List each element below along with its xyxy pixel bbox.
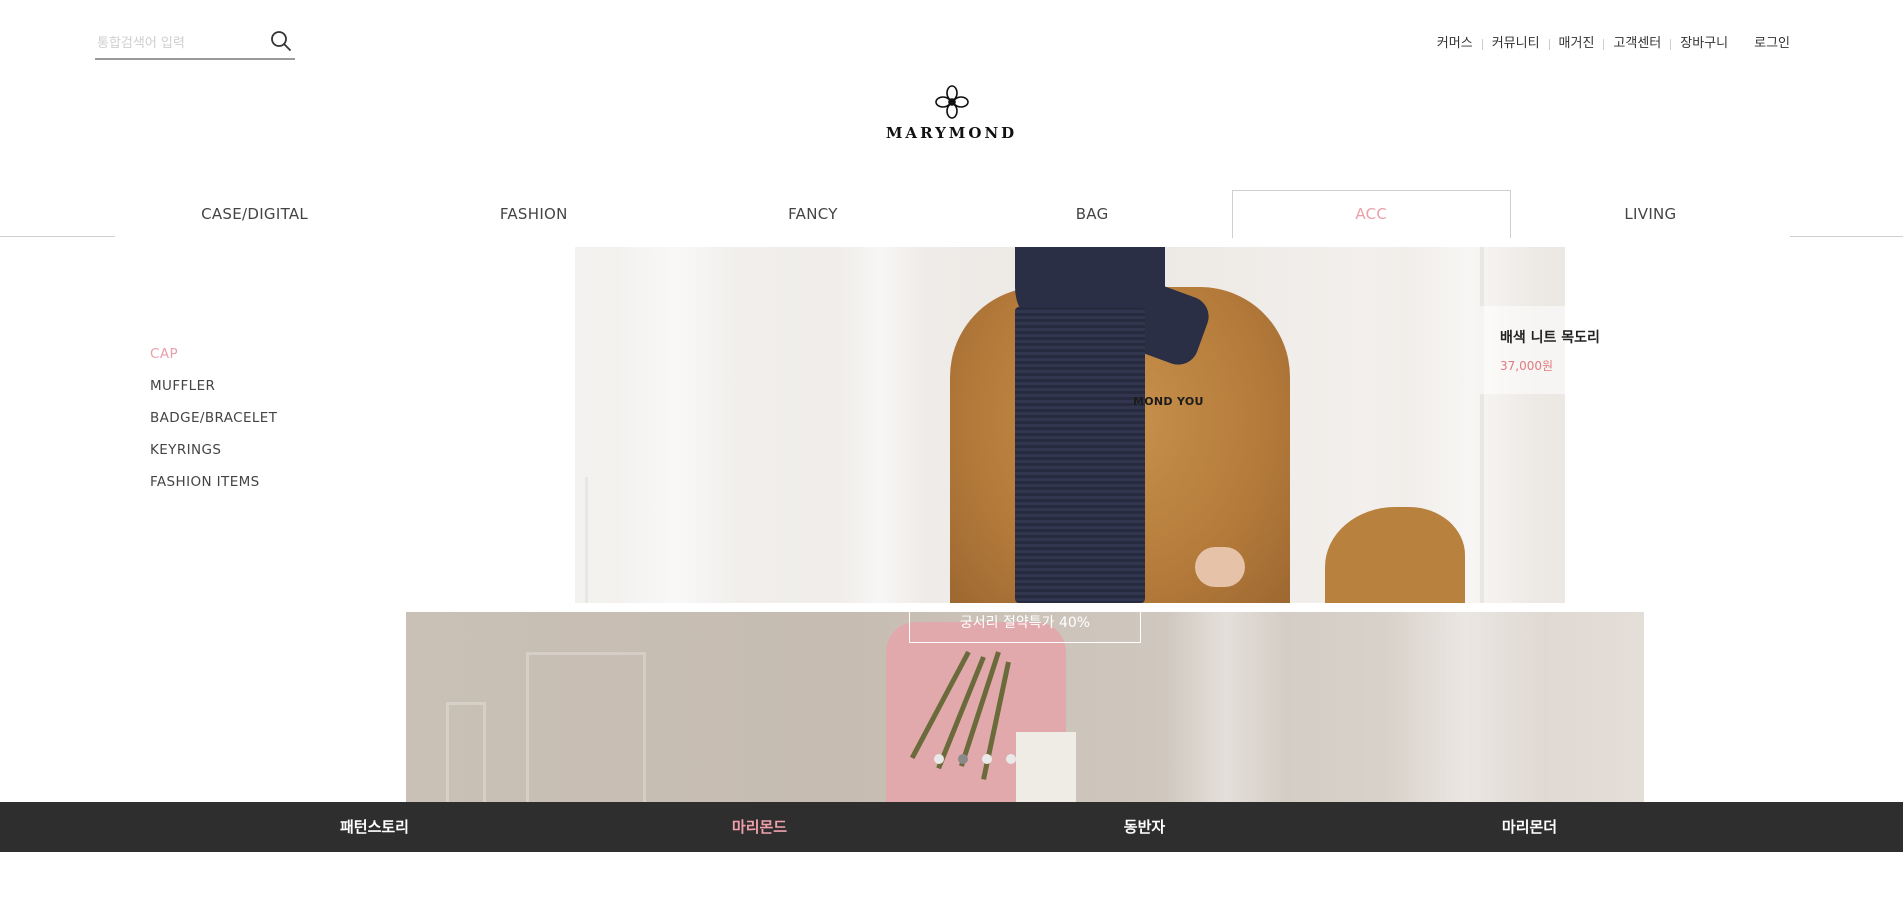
logo-wordmark: MARYMOND bbox=[885, 124, 1018, 142]
util-link-customer-center[interactable]: 고객센터 bbox=[1604, 36, 1670, 52]
hero-banner[interactable]: MOND YOU bbox=[575, 247, 1565, 603]
product-name[interactable]: 배색 니트 목도리 bbox=[1500, 327, 1600, 347]
carousel-dot[interactable] bbox=[958, 754, 968, 764]
side-item-muffler[interactable]: MUFFLER bbox=[150, 370, 277, 402]
nav-acc[interactable]: ACC bbox=[1231, 190, 1511, 238]
carousel-dots bbox=[934, 754, 1030, 764]
side-item-fashion-items[interactable]: FASHION ITEMS bbox=[150, 466, 277, 498]
util-link-commerce[interactable]: 커머스 bbox=[1428, 36, 1482, 52]
util-link-magazine[interactable]: 매거진 bbox=[1550, 36, 1604, 52]
carousel-dot[interactable] bbox=[1006, 754, 1016, 764]
footer-item-marymond[interactable]: 마리몬드 bbox=[567, 802, 952, 852]
footer-item-marymonder[interactable]: 마리몬더 bbox=[1337, 802, 1722, 852]
side-item-keyrings[interactable]: KEYRINGS bbox=[150, 434, 277, 466]
nav-bag[interactable]: BAG bbox=[952, 190, 1232, 238]
category-side-menu: CAP MUFFLER BADGE/BRACELET KEYRINGS FASH… bbox=[150, 338, 277, 498]
sweater-print-text: MOND YOU bbox=[1133, 395, 1204, 408]
nav-fashion[interactable]: FASHION bbox=[394, 190, 674, 238]
footer-item-pattern-story[interactable]: 패턴스토리 bbox=[182, 802, 567, 852]
side-item-cap[interactable]: CAP bbox=[150, 338, 277, 370]
site-logo[interactable]: MARYMOND bbox=[0, 84, 1903, 142]
util-link-community[interactable]: 커뮤니티 bbox=[1483, 36, 1549, 52]
search-input[interactable] bbox=[97, 32, 267, 54]
search-icon[interactable] bbox=[269, 29, 293, 53]
search-bar bbox=[95, 26, 295, 60]
nav-fancy[interactable]: FANCY bbox=[673, 190, 953, 238]
carousel-dot[interactable] bbox=[982, 754, 992, 764]
product-card[interactable] bbox=[1480, 306, 1565, 394]
flower-logo-icon bbox=[934, 85, 969, 119]
promo-tag[interactable]: 궁서리 절약특가 40% bbox=[909, 607, 1141, 643]
product-price: 37,000원 bbox=[1500, 359, 1554, 373]
nav-case-digital[interactable]: CASE/DIGITAL bbox=[115, 190, 395, 238]
utility-nav: 커머스 커뮤니티 매거진 고객센터 장바구니 로그인 bbox=[1428, 36, 1799, 52]
util-link-login[interactable]: 로그인 bbox=[1745, 36, 1799, 52]
footer-nav: 패턴스토리 마리몬드 동반자 마리몬더 bbox=[0, 802, 1903, 852]
footer-item-companion[interactable]: 동반자 bbox=[952, 802, 1337, 852]
nav-living[interactable]: LIVING bbox=[1510, 190, 1791, 238]
util-link-cart[interactable]: 장바구니 bbox=[1671, 36, 1737, 52]
side-item-badge-bracelet[interactable]: BADGE/BRACELET bbox=[150, 402, 277, 434]
main-nav: CASE/DIGITAL FASHION FANCY BAG ACC LIVIN… bbox=[0, 190, 1903, 238]
carousel-dot[interactable] bbox=[934, 754, 944, 764]
